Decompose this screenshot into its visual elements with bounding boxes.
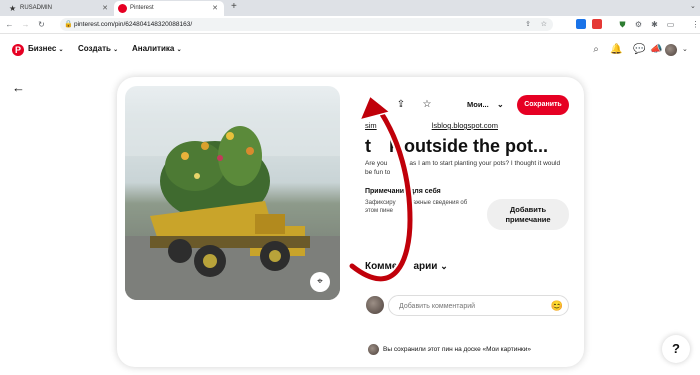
annotation-arrow <box>347 94 415 284</box>
